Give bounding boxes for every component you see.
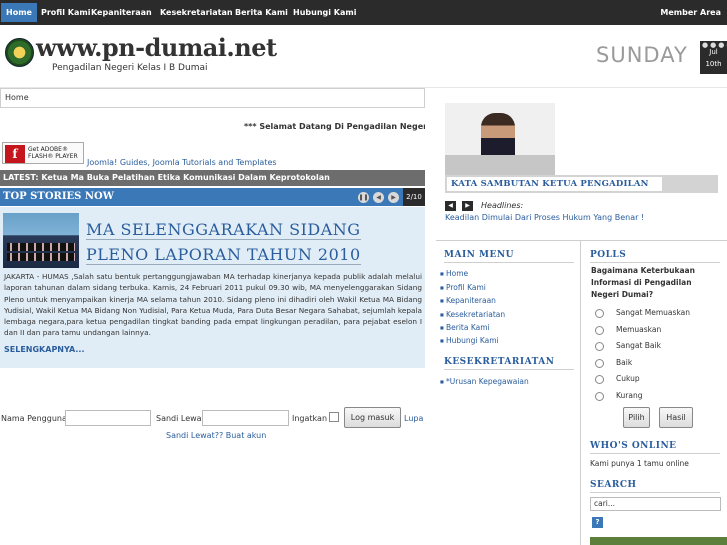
divider <box>436 240 727 241</box>
password-label: Sandi Lewat <box>156 414 205 423</box>
site-header: www.pn-dumai.net Pengadilan Negeri Kelas… <box>0 25 727 88</box>
flash-line2: FLASH® PLAYER <box>28 153 78 160</box>
latest-label: LATEST: <box>3 173 39 182</box>
latest-ticker: LATEST: Ketua Ma Buka Pelatihan Etika Ko… <box>0 170 425 186</box>
poll-question: Bagaimana Keterbukaan Informasi di Penga… <box>591 266 695 299</box>
forgot-password-link[interactable]: Sandi Lewat?? Buat akun <box>166 431 266 440</box>
calendar-rings-icon: ●●●● <box>702 41 727 49</box>
nav-hubungi-kami[interactable]: Hubungi Kami <box>288 3 361 22</box>
day-label: SUNDAY <box>596 43 688 67</box>
pause-icon[interactable]: ❚❚ <box>358 192 369 203</box>
menu-item-urusan-kepegawaian[interactable]: *Urusan Kepegawaian <box>440 377 529 386</box>
flash-line1: Get ADOBE® <box>28 146 68 153</box>
court-seal-logo[interactable] <box>5 38 34 67</box>
flash-player-badge[interactable]: f Get ADOBE® FLASH® PLAYER <box>2 142 84 164</box>
welcome-marquee: *** Selamat Datang Di Pengadilan Negeri … <box>244 122 425 131</box>
remember-checkbox[interactable] <box>329 412 339 422</box>
headline-prev-icon[interactable]: ◀ <box>445 201 456 211</box>
search-go-icon[interactable]: ? <box>592 517 603 528</box>
login-button[interactable]: Log masuk <box>344 407 401 428</box>
menu-item-kepaniteraan[interactable]: Kepaniteraan <box>440 296 496 305</box>
next-icon[interactable]: ▶ <box>388 192 399 203</box>
radio-button[interactable] <box>595 326 604 335</box>
member-area-link[interactable]: Member Area <box>660 3 721 22</box>
banner-image[interactable] <box>590 537 727 545</box>
site-subtitle: Pengadilan Negeri Kelas I B Dumai <box>52 63 208 73</box>
latest-text[interactable]: Ketua Ma Buka Pelatihan Etika Komunikasi… <box>41 173 329 182</box>
prev-icon[interactable]: ◀ <box>373 192 384 203</box>
search-input[interactable]: cari... <box>590 497 721 511</box>
password-field[interactable] <box>202 410 289 426</box>
headline-link[interactable]: Keadilan Dimulai Dari Proses Hukum Yang … <box>445 213 644 222</box>
date-badge: ●●●● Jul 10th <box>700 41 727 74</box>
username-field[interactable] <box>65 410 151 426</box>
menu-item-berita-kami[interactable]: Berita Kami <box>440 323 490 332</box>
read-more-link[interactable]: SELENGKAPNYA... <box>4 345 84 354</box>
polls-title: POLLS <box>590 250 627 260</box>
forgot-link[interactable]: Lupa <box>404 414 423 423</box>
story-image[interactable] <box>3 213 79 268</box>
nav-berita-kami[interactable]: Berita Kami <box>230 3 293 22</box>
column-divider <box>580 241 581 545</box>
login-form: Nama Pengguna Sandi Lewat Ingatkan Log m… <box>0 405 425 445</box>
nav-home[interactable]: Home <box>1 3 37 22</box>
sambutan-title: KATA SAMBUTAN KETUA PENGADILAN <box>451 179 649 189</box>
date-day: 10th <box>705 60 722 68</box>
online-count: Kami punya 1 tamu online <box>590 459 689 468</box>
sambutan-banner[interactable]: KATA SAMBUTAN KETUA PENGADILAN <box>445 175 718 193</box>
headlines-label: Headlines: <box>481 201 524 210</box>
chairman-photo[interactable] <box>445 103 555 175</box>
joomla-link[interactable]: Joomla! Guides, Joomla Tutorials and Tem… <box>87 158 277 167</box>
main-menu-title: MAIN MENU <box>444 250 514 260</box>
menu-item-kesekretariatan[interactable]: Kesekretariatan <box>440 310 505 319</box>
radio-button[interactable] <box>595 375 604 384</box>
radio-button[interactable] <box>595 309 604 318</box>
headline-next-icon[interactable]: ▶ <box>462 201 473 211</box>
story-body: JAKARTA - HUMAS ,Salah satu bentuk perta… <box>4 272 422 338</box>
vote-button[interactable]: Pilih <box>623 407 650 428</box>
nav-kesekretariatan[interactable]: Kesekretariatan <box>155 3 238 22</box>
top-stories-title: TOP STORIES NOW <box>3 191 114 202</box>
top-nav: Home Profil Kami Kepaniteraan Kesekretar… <box>0 0 727 25</box>
story-title[interactable]: MA SELENGGARAKAN SIDANG PLENO LAPORAN TA… <box>86 217 416 267</box>
nav-kepaniteraan[interactable]: Kepaniteraan <box>86 3 157 22</box>
remember-label: Ingatkan <box>292 414 328 423</box>
story-title-line1[interactable]: MA SELENGGARAKAN SIDANG <box>86 220 361 240</box>
whos-online-title: WHO'S ONLINE <box>590 441 677 451</box>
menu-item-profil-kami[interactable]: Profil Kami <box>440 283 486 292</box>
radio-button[interactable] <box>595 359 604 368</box>
breadcrumb[interactable]: Home <box>0 88 425 108</box>
kesekretariatan-title: KESEKRETARIATAN <box>444 357 555 367</box>
results-button[interactable]: Hasil <box>659 407 693 428</box>
menu-item-hubungi-kami[interactable]: Hubungi Kami <box>440 336 499 345</box>
radio-button[interactable] <box>595 392 604 401</box>
search-title: SEARCH <box>590 480 637 490</box>
featured-story: MA SELENGGARAKAN SIDANG PLENO LAPORAN TA… <box>0 207 425 368</box>
radio-button[interactable] <box>595 342 604 351</box>
username-label: Nama Pengguna <box>1 414 67 423</box>
menu-item-home[interactable]: Home <box>440 269 468 278</box>
site-title[interactable]: www.pn-dumai.net <box>36 33 277 62</box>
story-pager: 2/10 <box>403 188 425 206</box>
top-stories-bar: TOP STORIES NOW ❚❚ ◀ ▶ 2/10 <box>0 188 425 206</box>
story-title-line2[interactable]: PLENO LAPORAN TAHUN 2010 <box>86 245 361 265</box>
flash-icon: f <box>5 145 25 163</box>
